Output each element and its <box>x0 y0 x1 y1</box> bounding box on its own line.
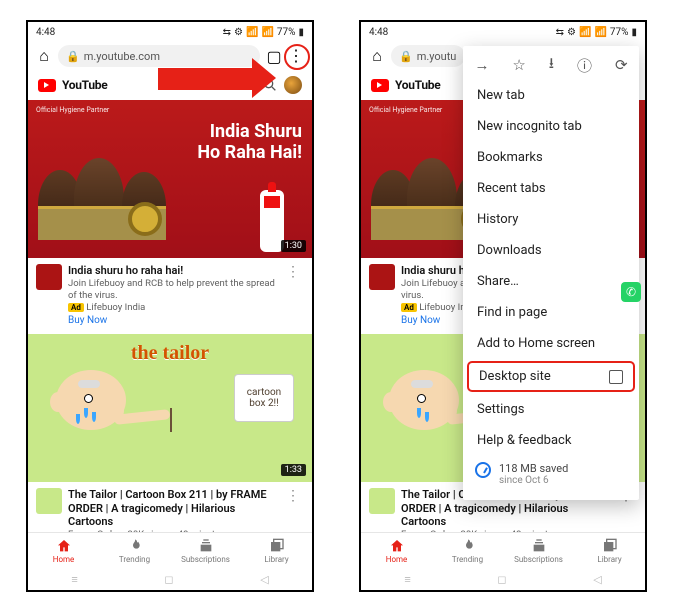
nav-home-icon[interactable]: ◻ <box>164 573 173 586</box>
tab-library[interactable]: Library <box>241 533 312 568</box>
tab-home[interactable]: Home <box>28 533 99 568</box>
url-text: m.youtu <box>417 50 457 63</box>
annotation-arrow <box>158 68 258 90</box>
overflow-menu: → ☆ ⭳ ⓘ ⟳ New tab New incognito tab Book… <box>463 46 639 500</box>
youtube-logo-icon <box>38 79 56 92</box>
menu-new-tab[interactable]: New tab <box>463 80 639 111</box>
lock-icon: 🔒 <box>399 50 413 63</box>
nav-recent-icon[interactable]: ≡ <box>404 573 410 586</box>
menu-bookmarks[interactable]: Bookmarks <box>463 142 639 173</box>
ad-desc: Join Lifebuoy and RCB to help prevent th… <box>68 278 276 302</box>
menu-recent-tabs[interactable]: Recent tabs <box>463 173 639 204</box>
lock-icon: 🔒 <box>66 50 80 63</box>
menu-toolbar: → ☆ ⭳ ⓘ ⟳ <box>463 50 639 80</box>
video-thumb[interactable]: the tailor cartoonbox 2!! 1:33 <box>28 334 312 482</box>
ad-advertiser: Lifebuoy India <box>86 302 145 313</box>
status-time: 4:48 <box>36 27 55 38</box>
desktop-site-checkbox[interactable] <box>609 370 623 384</box>
tab-subscriptions[interactable]: Subscriptions <box>503 533 574 568</box>
youtube-logo-icon <box>371 79 389 92</box>
channel-thumb[interactable] <box>36 488 62 514</box>
hero-people <box>38 144 178 240</box>
menu-help[interactable]: Help & feedback <box>463 425 639 456</box>
forward-icon[interactable]: → <box>474 56 489 74</box>
bottom-tabs: Home Trending Subscriptions Library <box>361 532 645 568</box>
tab-trending[interactable]: Trending <box>432 533 503 568</box>
menu-data-saved[interactable]: 118 MB savedsince Oct 6 <box>463 456 639 492</box>
url-field[interactable]: 🔒 m.youtu <box>391 45 465 67</box>
bottom-tabs: Home Trending Subscriptions Library <box>28 532 312 568</box>
ad-meta: India shuru ho raha hai! Join Lifebuoy a… <box>28 258 312 334</box>
hero-line2: Ho Raha Hai! <box>197 142 302 163</box>
home-icon[interactable]: ⌂ <box>369 48 385 64</box>
status-icons: ⇆⚙📶📶77%▮ <box>556 27 637 38</box>
hero-line1: India Shuru <box>210 122 302 142</box>
menu-history[interactable]: History <box>463 204 639 235</box>
tab-library[interactable]: Library <box>574 533 645 568</box>
channel-thumb[interactable] <box>369 488 395 514</box>
status-time: 4:48 <box>369 27 388 38</box>
cartoon-character <box>34 364 154 482</box>
ad-cta[interactable]: Buy Now <box>68 315 276 328</box>
youtube-logo-text: YouTube <box>62 78 107 92</box>
youtube-logo-text: YouTube <box>395 78 440 92</box>
menu-new-incognito[interactable]: New incognito tab <box>463 111 639 142</box>
video-title: The Tailor | Cartoon Box 211 | by FRAME … <box>68 488 276 529</box>
highlight-overflow <box>284 44 310 70</box>
phone-left: 4:48 ⇆⚙📶📶77%▮ ⌂ 🔒 m.youtube.com ▢ ⋮ YouT… <box>26 20 314 592</box>
partner-label: Official Hygiene Partner <box>36 106 109 114</box>
nav-back-icon[interactable]: ◁ <box>593 573 601 586</box>
tab-trending[interactable]: Trending <box>99 533 170 568</box>
android-nav: ≡ ◻ ◁ <box>28 568 312 590</box>
video-banner: the tailor <box>131 342 209 365</box>
url-text: m.youtube.com <box>84 50 160 63</box>
menu-add-to-home[interactable]: Add to Home screen <box>463 328 639 359</box>
android-nav: ≡ ◻ ◁ <box>361 568 645 590</box>
status-bar: 4:48 ⇆⚙📶📶77%▮ <box>28 22 312 42</box>
avatar[interactable] <box>284 76 302 94</box>
partner-label: Official Hygiene Partner <box>369 106 442 114</box>
bookmark-star-icon[interactable]: ☆ <box>512 56 525 74</box>
menu-share[interactable]: Share… <box>463 266 639 297</box>
nav-recent-icon[interactable]: ≡ <box>71 573 77 586</box>
ad-thumb <box>36 264 62 290</box>
ad-badge: Ad <box>401 303 417 312</box>
download-icon[interactable]: ⭳ <box>549 53 554 78</box>
menu-desktop-site[interactable]: Desktop site <box>467 361 635 392</box>
url-field[interactable]: 🔒 m.youtube.com <box>58 45 260 67</box>
whatsapp-icon[interactable]: ✆ <box>621 282 641 302</box>
ad-more-icon[interactable]: ⋮ <box>282 264 304 328</box>
status-bar: 4:48 ⇆⚙📶📶77%▮ <box>361 22 645 42</box>
ad-title: India shuru ho raha hai! <box>68 264 276 278</box>
phone-right: 4:48 ⇆⚙📶📶77%▮ ⌂ 🔒 m.youtu YouTube Offici… <box>359 20 647 592</box>
ad-hero[interactable]: Official Hygiene Partner India Shuru Ho … <box>28 100 312 258</box>
tab-home[interactable]: Home <box>361 533 432 568</box>
menu-find-in-page[interactable]: Find in page <box>463 297 639 328</box>
menu-downloads[interactable]: Downloads <box>463 235 639 266</box>
ad-thumb <box>369 264 395 290</box>
nav-back-icon[interactable]: ◁ <box>260 573 268 586</box>
nav-home-icon[interactable]: ◻ <box>497 573 506 586</box>
ad-badge: Ad <box>68 303 84 312</box>
duration-badge: 1:30 <box>281 240 306 252</box>
data-saver-icon <box>475 462 491 478</box>
cartoon-box-label: cartoonbox 2!! <box>234 374 294 422</box>
home-icon[interactable]: ⌂ <box>36 48 52 64</box>
tab-subscriptions[interactable]: Subscriptions <box>170 533 241 568</box>
duration-badge: 1:33 <box>281 464 306 476</box>
status-icons: ⇆⚙📶📶77%▮ <box>223 27 304 38</box>
reload-icon[interactable]: ⟳ <box>615 56 628 74</box>
info-icon[interactable]: ⓘ <box>577 55 592 76</box>
menu-settings[interactable]: Settings <box>463 394 639 425</box>
